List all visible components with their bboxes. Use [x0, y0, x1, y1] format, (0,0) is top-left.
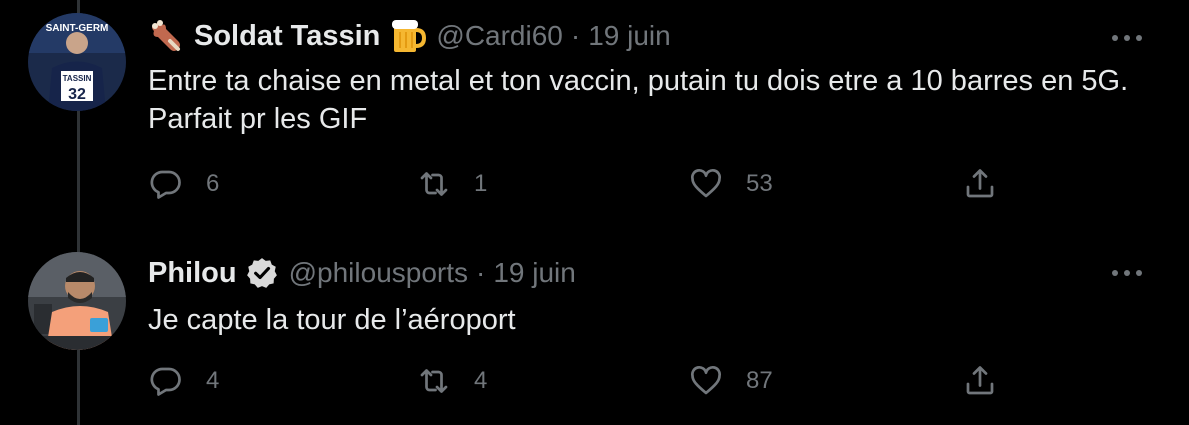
- share-button[interactable]: [962, 164, 998, 204]
- display-name[interactable]: Soldat Tassin: [194, 20, 380, 53]
- reply-count: 4: [206, 367, 220, 394]
- handle[interactable]: @Cardi60: [436, 20, 562, 52]
- more-options-icon[interactable]: [1109, 263, 1145, 283]
- display-name[interactable]: Philou: [148, 257, 237, 290]
- more-options-icon[interactable]: [1109, 28, 1145, 48]
- tweet-text: Entre ta chaise en metal et ton vaccin, …: [148, 65, 1129, 135]
- reply-button[interactable]: 6: [148, 164, 219, 204]
- retweet-count: 4: [474, 367, 488, 394]
- avatar[interactable]: SAINT-GERM TASSIN 32: [28, 13, 126, 111]
- retweet-button[interactable]: 4: [416, 361, 487, 401]
- like-button[interactable]: 87: [688, 361, 773, 401]
- reply-button[interactable]: 4: [148, 361, 219, 401]
- like-count: 53: [746, 170, 773, 197]
- share-button[interactable]: [962, 361, 998, 401]
- reply-icon: [150, 367, 181, 396]
- separator-dot: ·: [570, 20, 581, 51]
- retweet-icon: [420, 172, 448, 196]
- heart-icon: [691, 366, 721, 395]
- heart-icon: [691, 169, 721, 198]
- tweet[interactable]: Philou @philousports · 19 juin Je capte …: [0, 222, 1189, 425]
- avatar-image: [28, 252, 126, 350]
- retweet-icon: [420, 369, 448, 393]
- timestamp[interactable]: 19 juin: [588, 20, 671, 52]
- meat-icon: [148, 17, 186, 55]
- separator-dot: ·: [476, 257, 486, 288]
- reply-icon: [150, 170, 181, 199]
- tweet-header: Soldat Tassin @Cardi60 · 19 juin: [148, 15, 671, 57]
- retweet-count: 1: [474, 170, 488, 197]
- tweet-text: Je capte la tour de l’aéroport: [148, 304, 516, 336]
- tweet-header: Philou @philousports · 19 juin: [148, 252, 576, 294]
- svg-text:32: 32: [68, 86, 86, 103]
- tweet[interactable]: SAINT-GERM TASSIN 32 Soldat Tassin @Card…: [0, 0, 1189, 222]
- like-count: 87: [746, 367, 773, 394]
- like-button[interactable]: 53: [688, 164, 773, 204]
- svg-text:TASSIN: TASSIN: [63, 74, 92, 83]
- timestamp[interactable]: 19 juin: [493, 257, 576, 289]
- reply-count: 6: [206, 170, 220, 197]
- avatar-image: SAINT-GERM TASSIN 32: [28, 13, 126, 111]
- verified-badge-icon: [245, 256, 279, 290]
- share-icon: [966, 366, 994, 395]
- action-bar: 6 1 53: [148, 164, 1008, 204]
- action-bar: 4 4 87: [148, 361, 1008, 401]
- avatar[interactable]: [28, 252, 126, 350]
- handle[interactable]: @philousports: [289, 257, 468, 289]
- retweet-button[interactable]: 1: [416, 164, 487, 204]
- share-icon: [966, 169, 994, 198]
- beer-icon: [388, 17, 427, 55]
